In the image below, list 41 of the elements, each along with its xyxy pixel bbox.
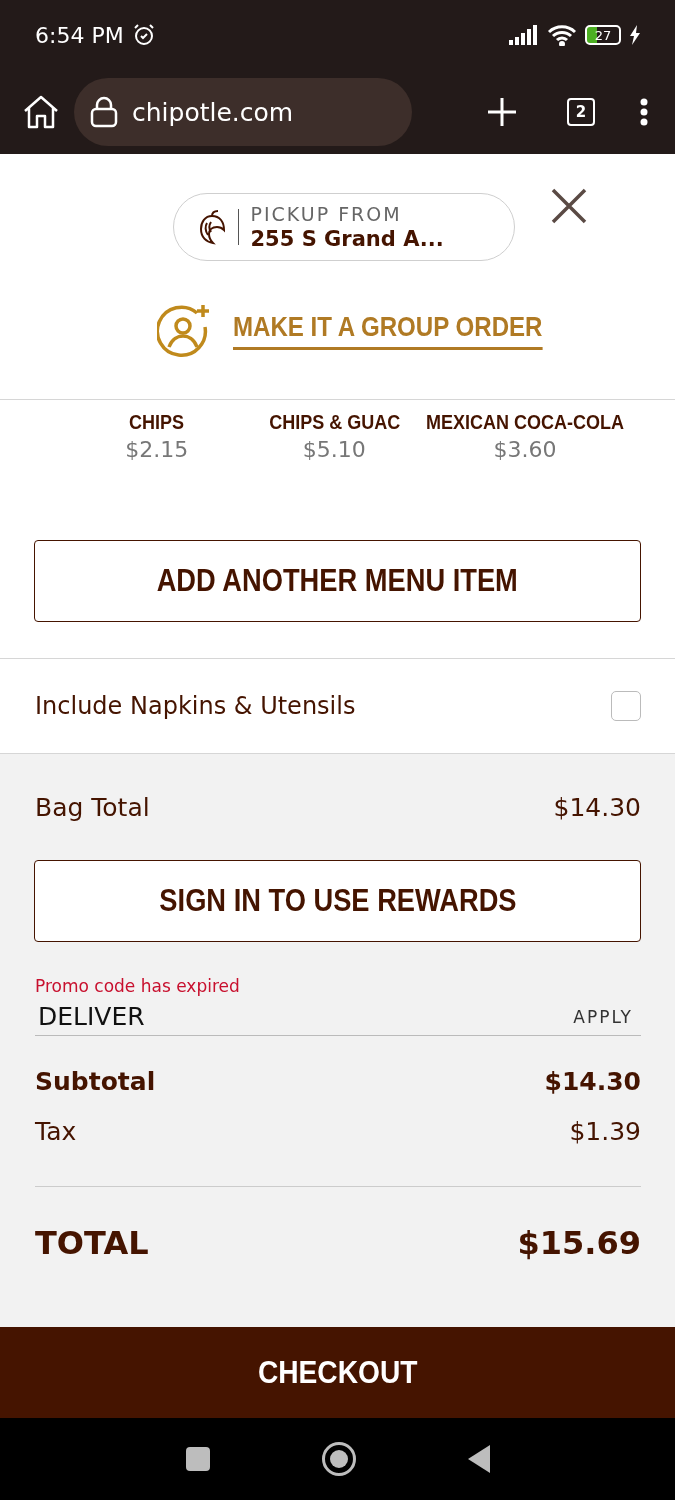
signal-icon	[509, 25, 539, 45]
tab-count[interactable]: 2	[567, 98, 595, 126]
pickup-address: 255 S Grand A...	[250, 227, 444, 251]
url-text: chipotle.com	[132, 97, 294, 127]
home-icon[interactable]	[22, 94, 60, 130]
menu-item-name[interactable]: CHIPS	[129, 411, 185, 434]
total-label: TOTAL	[35, 1224, 149, 1262]
promo-code-field[interactable]: DELIVER APPLY	[35, 998, 641, 1036]
address-bar[interactable]: chipotle.com	[74, 78, 412, 146]
summary-label: Tax	[35, 1116, 77, 1146]
more-menu-icon[interactable]	[639, 98, 649, 126]
total-value: $15.69	[517, 1224, 641, 1262]
add-menu-item-button[interactable]: ADD ANOTHER MENU ITEM	[34, 540, 641, 622]
pickup-label: PICKUP FROM	[250, 203, 403, 225]
checkout-button[interactable]: CHECKOUT	[0, 1327, 675, 1418]
lock-icon	[90, 96, 118, 128]
bag-total-value: $14.30	[553, 792, 641, 822]
home-circle-icon[interactable]	[320, 1441, 357, 1477]
group-order-link[interactable]: MAKE IT A GROUP ORDER	[233, 310, 543, 350]
apply-button[interactable]: APPLY	[573, 1006, 633, 1027]
menu-item-name[interactable]: MEXICAN COCA-COLA	[426, 411, 624, 434]
summary-value: $1.39	[569, 1116, 641, 1146]
wifi-icon	[547, 24, 577, 46]
clock-time: 6:54 PM	[35, 22, 124, 48]
menu-item-price: $2.15	[125, 437, 189, 462]
summary-label: Subtotal	[35, 1066, 156, 1096]
promo-error-message: Promo code has expired	[35, 976, 241, 996]
menu-item-name[interactable]: CHIPS & GUAC	[268, 411, 400, 434]
pepper-logo-icon	[197, 209, 226, 245]
close-icon[interactable]	[551, 188, 587, 224]
back-triangle-icon[interactable]	[466, 1444, 491, 1474]
menu-item-price: $5.10	[302, 437, 366, 462]
sign-in-rewards-button[interactable]: SIGN IN TO USE REWARDS	[34, 860, 641, 942]
napkins-checkbox[interactable]	[611, 691, 641, 721]
plus-icon[interactable]	[487, 97, 517, 127]
napkins-label: Include Napkins & Utensils	[35, 692, 356, 720]
recents-square-icon[interactable]	[184, 1446, 211, 1472]
summary-value: $14.30	[544, 1066, 641, 1096]
menu-item-price: $3.60	[493, 437, 557, 462]
charging-bolt-icon	[629, 25, 641, 45]
bag-total-label: Bag Total	[35, 792, 150, 822]
